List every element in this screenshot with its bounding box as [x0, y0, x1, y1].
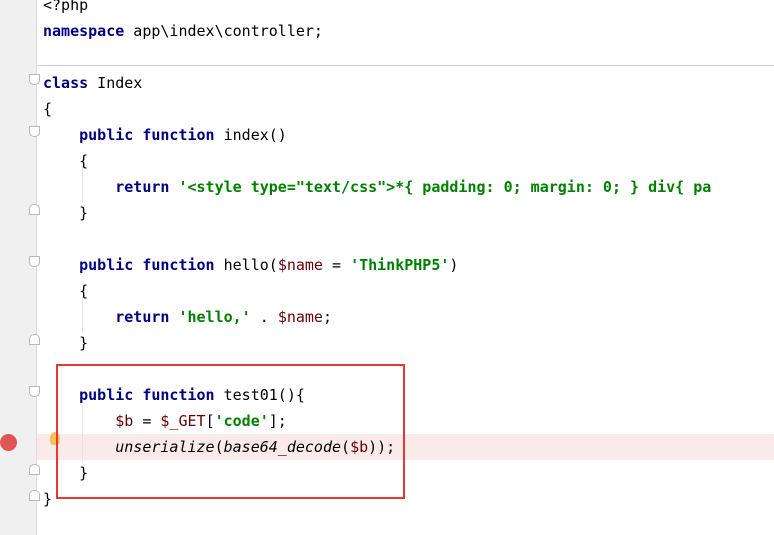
fold-toggle-icon[interactable]: [29, 126, 40, 137]
code-line[interactable]: [37, 44, 774, 70]
fold-toggle-icon[interactable]: [29, 334, 40, 345]
code-token: =: [322, 256, 351, 274]
code-token: function: [142, 126, 215, 144]
indent-guide: [82, 296, 83, 332]
code-line-text: return 'hello,' . $name;: [43, 304, 332, 330]
code-line[interactable]: [37, 226, 774, 252]
code-line[interactable]: {: [37, 96, 774, 122]
code-line[interactable]: class Index: [37, 70, 774, 96]
code-token: ;: [322, 308, 332, 326]
code-token: 'hello,': [178, 308, 251, 326]
code-line-text: return '<style type="text/css">*{ paddin…: [43, 174, 711, 200]
code-line[interactable]: }: [37, 330, 774, 356]
code-line[interactable]: public function hello($name = 'ThinkPHP5…: [37, 252, 774, 278]
code-line[interactable]: {: [37, 148, 774, 174]
fold-toggle-icon[interactable]: [29, 204, 40, 215]
code-line-text: }: [43, 330, 88, 356]
code-token: ): [449, 256, 459, 274]
code-line-text: }: [43, 200, 88, 226]
code-token: }: [43, 204, 89, 222]
code-token: }: [43, 490, 53, 508]
code-line[interactable]: return 'hello,' . $name;: [37, 304, 774, 330]
fold-toggle-icon[interactable]: [29, 74, 40, 85]
code-token: {: [43, 100, 53, 118]
code-token: hello(: [214, 256, 278, 274]
indent-guide: [82, 166, 83, 202]
code-line[interactable]: namespace app\index\controller;: [37, 18, 774, 44]
code-editor[interactable]: <?php namespace app\index\controller; clas…: [0, 0, 774, 535]
code-token: namespace: [43, 22, 125, 40]
fold-toggle-icon[interactable]: [29, 490, 40, 501]
fold-toggle-icon[interactable]: [29, 386, 40, 397]
code-line-text: public function index(): [43, 122, 287, 148]
code-token: return: [43, 308, 170, 326]
code-line[interactable]: public function index(): [37, 122, 774, 148]
code-token: .: [250, 308, 278, 326]
code-line-text: public function hello($name = 'ThinkPHP5…: [43, 252, 458, 278]
annotation-highlight-box: [56, 364, 405, 499]
code-line[interactable]: {: [37, 278, 774, 304]
code-line-text: class Index: [43, 70, 142, 96]
code-line[interactable]: }: [37, 200, 774, 226]
code-token: class: [43, 74, 89, 92]
method-separator: [37, 65, 774, 66]
code-token: app\index\controller;: [124, 22, 323, 40]
code-token: public: [43, 126, 134, 144]
code-token: function: [142, 256, 215, 274]
code-line-text: }: [43, 486, 52, 512]
code-line-text: namespace app\index\controller;: [43, 18, 323, 44]
code-token: index(): [214, 126, 287, 144]
code-token: Index: [88, 74, 143, 92]
code-token: public: [43, 256, 134, 274]
code-line-text: {: [43, 96, 52, 122]
code-token: return: [43, 178, 170, 196]
code-token: $name: [277, 308, 323, 326]
code-line-text: <?php: [43, 0, 88, 18]
fold-toggle-icon[interactable]: [29, 256, 40, 267]
code-token: }: [43, 334, 89, 352]
code-line[interactable]: return '<style type="text/css">*{ paddin…: [37, 174, 774, 200]
code-token: '<style type="text/css">*{ padding: 0; m…: [178, 178, 712, 196]
code-token: <?php: [43, 0, 89, 14]
code-token: 'ThinkPHP5': [350, 256, 450, 274]
fold-toggle-icon[interactable]: [29, 464, 40, 475]
breakpoint-icon[interactable]: [0, 434, 17, 451]
code-line[interactable]: <?php: [37, 0, 774, 18]
code-token: $name: [277, 256, 323, 274]
